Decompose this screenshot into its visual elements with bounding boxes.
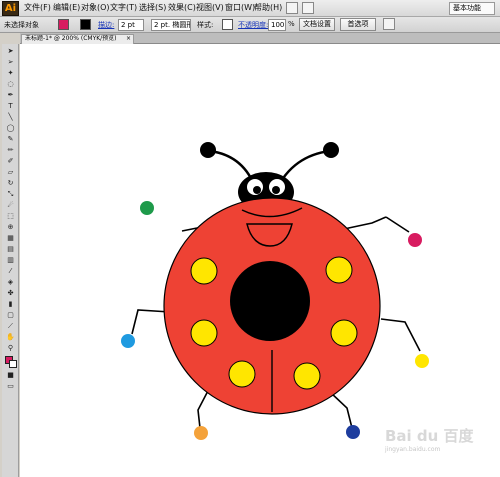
preferences-button[interactable]: 首选项 (340, 18, 376, 31)
artboard-tool-icon[interactable]: ▢ (4, 311, 17, 320)
eraser-tool-icon[interactable]: ▱ (4, 168, 17, 177)
perspective-grid-tool-icon[interactable]: ▦ (4, 234, 17, 243)
menu-select[interactable]: 选择(S) (139, 2, 166, 13)
spot (228, 360, 256, 388)
antenna-tip-right (323, 142, 339, 158)
pen-tool-icon[interactable]: ✒ (4, 91, 17, 100)
stroke-color-swatch[interactable] (80, 19, 91, 30)
menu-effect[interactable]: 效果(C) (168, 2, 196, 13)
menu-bar: Ai 文件(F) 编辑(E) 对象(O) 文字(T) 选择(S) 效果(C) 视… (0, 0, 500, 17)
direct-selection-tool-icon[interactable]: ➢ (4, 58, 17, 67)
shape-builder-tool-icon[interactable]: ⊕ (4, 223, 17, 232)
menu-window[interactable]: 窗口(W) (225, 2, 255, 13)
ellipse-tool-icon[interactable]: ◯ (4, 124, 17, 133)
leg-upper-right-outer (385, 216, 410, 233)
foot-navy (346, 425, 360, 439)
menu-edit[interactable]: 编辑(E) (53, 2, 80, 13)
tools-panel: ➤ ➢ ✦ ◌ ✒ T ╲ ◯ ✎ ✏ ✐ ▱ ↻ ⤡ ☄ ⬚ ⊕ ▦ ▤ ▥ … (2, 44, 19, 477)
brush-definition-dropdown[interactable]: 2 pt. 椭圆形 (151, 19, 191, 31)
opacity-unit: % (288, 20, 295, 28)
menu-view[interactable]: 视图(V) (196, 2, 224, 13)
artboard-canvas[interactable] (20, 44, 500, 477)
document-setup-button[interactable]: 文档设置 (299, 18, 335, 31)
pupil-right (272, 186, 280, 194)
close-icon[interactable]: × (126, 35, 131, 43)
stroke-weight-field[interactable]: 2 pt (118, 19, 144, 31)
mesh-tool-icon[interactable]: ▤ (4, 245, 17, 254)
screen-mode-icon[interactable]: ▭ (4, 382, 17, 391)
paintbrush-tool-icon[interactable]: ✎ (4, 135, 17, 144)
symbol-sprayer-tool-icon[interactable]: ✤ (4, 289, 17, 298)
spot (330, 319, 358, 347)
lasso-tool-icon[interactable]: ◌ (4, 80, 17, 89)
type-tool-icon[interactable]: T (4, 102, 17, 111)
menu-help[interactable]: 帮助(H) (254, 2, 282, 13)
stroke-label[interactable]: 描边: (98, 20, 114, 30)
control-bar: 未选择对象 描边: 2 pt 2 pt. 椭圆形 样式: 不透明度: 100 %… (0, 17, 500, 33)
rotate-tool-icon[interactable]: ↻ (4, 179, 17, 188)
pupil-left (253, 186, 261, 194)
watermark-logo: Bai du 百度 (385, 427, 474, 445)
spot (293, 362, 321, 390)
leg-mid-right (380, 318, 421, 352)
selection-tool-icon[interactable]: ➤ (4, 47, 17, 56)
arrange-documents-icon[interactable] (302, 2, 314, 14)
spot (190, 319, 218, 347)
foot-orange (194, 426, 208, 440)
zoom-tool-icon[interactable]: ⚲ (4, 344, 17, 353)
hand-tool-icon[interactable]: ✋ (4, 333, 17, 342)
column-graph-tool-icon[interactable]: ▮ (4, 300, 17, 309)
leg-upper-right (343, 216, 387, 230)
menu-type[interactable]: 文字(T) (110, 2, 137, 13)
bridge-icon[interactable] (286, 2, 298, 14)
free-transform-tool-icon[interactable]: ⬚ (4, 212, 17, 221)
warp-tool-icon[interactable]: ☄ (4, 201, 17, 210)
eyedropper-tool-icon[interactable]: ⁄ (4, 267, 17, 276)
opacity-field[interactable]: 100 (268, 19, 286, 31)
blend-tool-icon[interactable]: ◈ (4, 278, 17, 287)
graphic-style-swatch[interactable] (222, 19, 233, 30)
opacity-label[interactable]: 不透明度: (238, 20, 268, 30)
watermark-url: jingyan.baidu.com (385, 446, 441, 453)
gradient-tool-icon[interactable]: ▥ (4, 256, 17, 265)
fill-color-swatch[interactable] (58, 19, 69, 30)
selection-status: 未选择对象 (4, 21, 39, 29)
scale-tool-icon[interactable]: ⤡ (4, 190, 17, 199)
color-mode-icon[interactable]: ■ (4, 371, 17, 380)
document-tab[interactable]: 未标题-1* @ 200% (CMYK/预览) × (21, 34, 134, 44)
leg-lower-right (329, 391, 353, 429)
stroke-swatch-icon[interactable] (9, 360, 17, 368)
magic-wand-tool-icon[interactable]: ✦ (4, 69, 17, 78)
slice-tool-icon[interactable]: ⟋ (4, 322, 17, 331)
ladybug-artwork (121, 142, 429, 440)
illustrator-window: Ai 文件(F) 编辑(E) 对象(O) 文字(T) 选择(S) 效果(C) 视… (0, 0, 500, 477)
pencil-tool-icon[interactable]: ✏ (4, 146, 17, 155)
foot-blue (121, 334, 135, 348)
menu-file[interactable]: 文件(F) (24, 2, 51, 13)
menu-object[interactable]: 对象(O) (81, 2, 110, 13)
app-logo-icon: Ai (2, 1, 19, 16)
document-tab-bar: 未标题-1* @ 200% (CMYK/预览) × (20, 33, 500, 44)
line-tool-icon[interactable]: ╲ (4, 113, 17, 122)
spot (325, 256, 353, 284)
foot-yellow (415, 354, 429, 368)
style-label: 样式: (197, 21, 214, 29)
foot-green (140, 201, 154, 215)
spot (190, 257, 218, 285)
blob-brush-tool-icon[interactable]: ✐ (4, 157, 17, 166)
document-tab-title: 未标题-1* @ 200% (CMYK/预览) (25, 35, 117, 42)
center-spot (230, 261, 310, 341)
foot-magenta (408, 233, 422, 247)
antenna-tip-left (200, 142, 216, 158)
align-icon[interactable] (383, 18, 395, 30)
workspace-switcher[interactable]: 基本功能 (449, 2, 495, 15)
